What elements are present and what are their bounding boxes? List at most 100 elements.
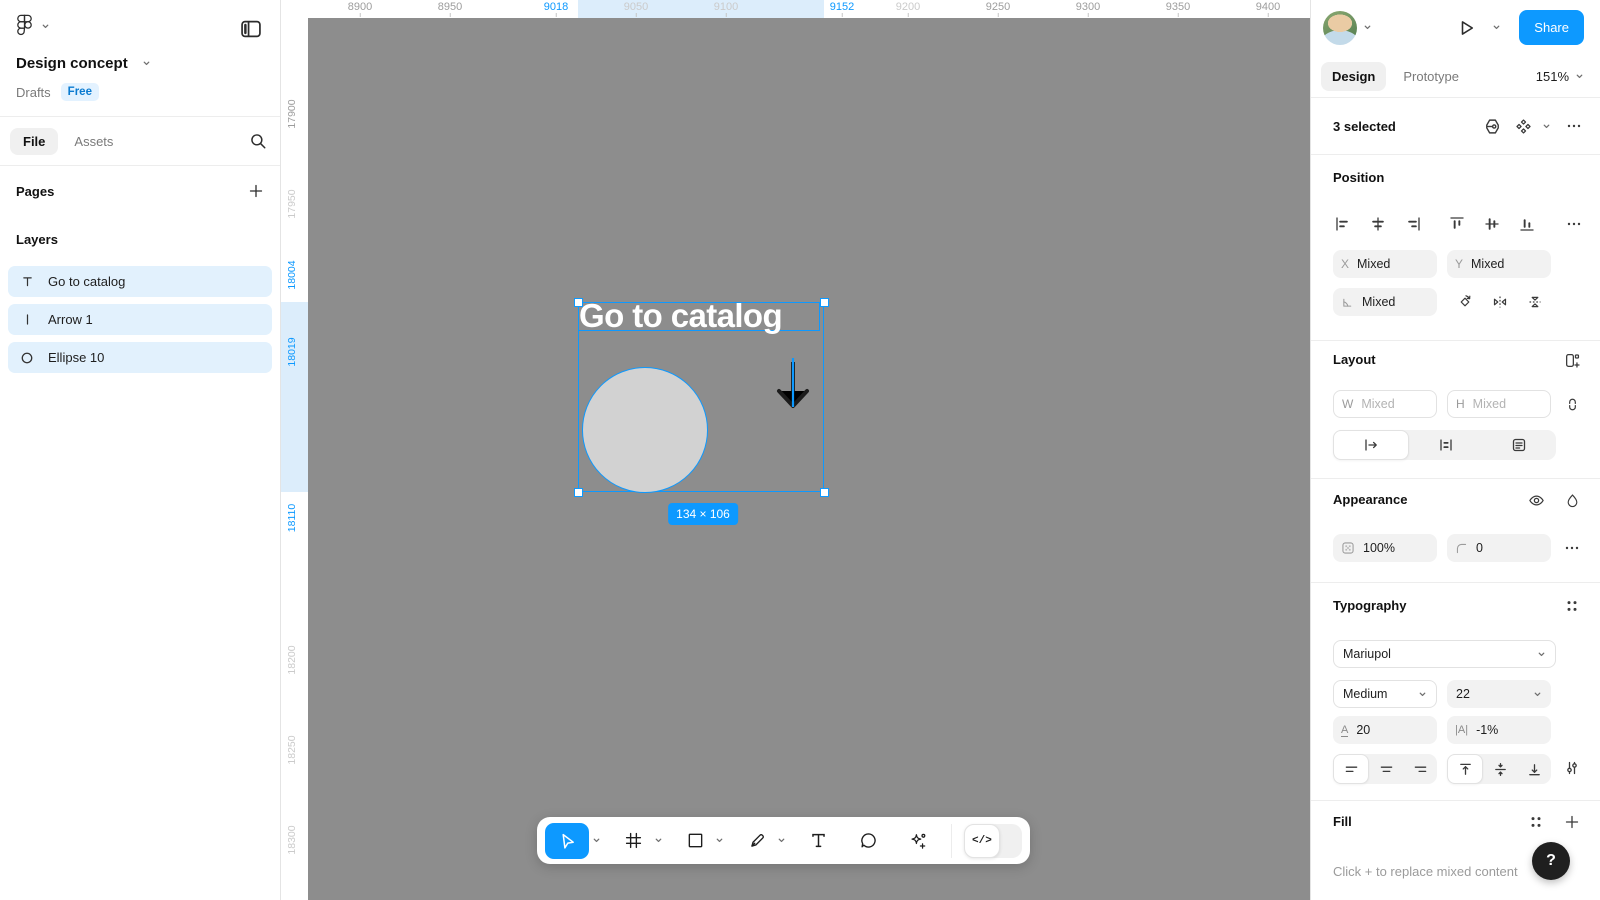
main-menu-chevron-icon[interactable] (41, 22, 50, 31)
canvas-text-object[interactable]: Go to catalog (578, 302, 820, 331)
selection-handle-top-right[interactable] (820, 298, 829, 307)
y-position-field[interactable]: Y Mixed (1447, 250, 1551, 278)
zoom-level-control[interactable]: 151% (1536, 69, 1584, 84)
more-options-icon[interactable] (1562, 114, 1586, 138)
visibility-eye-icon[interactable] (1524, 488, 1548, 512)
file-title[interactable]: Design concept (16, 55, 128, 72)
align-left-icon[interactable] (1331, 212, 1355, 236)
search-icon[interactable] (246, 129, 270, 153)
ruler-label: 18250 (286, 735, 298, 764)
layout-mode-wrap-button[interactable] (1482, 430, 1556, 460)
ruler-label: 9350 (1166, 0, 1190, 18)
move-tool-chevron-icon[interactable] (592, 836, 601, 845)
text-align-left-button[interactable] (1333, 754, 1369, 784)
width-field[interactable]: W Mixed (1333, 390, 1437, 418)
tab-assets[interactable]: Assets (70, 128, 117, 155)
breadcrumb[interactable]: Drafts (16, 85, 51, 100)
flip-horizontal-icon[interactable] (1488, 290, 1512, 314)
type-styles-icon[interactable] (1560, 594, 1584, 618)
frame-tool-chevron-icon[interactable] (654, 836, 663, 845)
edit-object-icon[interactable] (1480, 114, 1504, 138)
avatar[interactable] (1323, 11, 1357, 45)
letter-spacing-field[interactable]: |A| -1% (1447, 716, 1551, 744)
sidebar-toggle-icon[interactable] (240, 18, 262, 40)
figma-logo-icon[interactable] (16, 14, 33, 38)
dev-mode-toggle[interactable]: </> (964, 824, 1022, 858)
line-height-field[interactable]: A 20 (1333, 716, 1437, 744)
shape-tool-chevron-icon[interactable] (715, 836, 724, 845)
selection-handle-bottom-left[interactable] (574, 488, 583, 497)
pen-tool-chevron-icon[interactable] (777, 836, 786, 845)
canvas-arrow-object[interactable] (773, 356, 813, 418)
font-size-select[interactable]: 22 (1447, 680, 1551, 708)
font-weight-select[interactable]: Medium (1333, 680, 1437, 708)
align-bottom-icon[interactable] (1515, 212, 1539, 236)
tab-design[interactable]: Design (1321, 62, 1386, 91)
plan-badge[interactable]: Free (61, 83, 99, 101)
align-horizontal-center-icon[interactable] (1366, 212, 1390, 236)
rotation-field[interactable]: Mixed (1333, 288, 1437, 316)
selection-handle-bottom-right[interactable] (820, 488, 829, 497)
share-button[interactable]: Share (1519, 10, 1584, 45)
layer-name: Ellipse 10 (48, 350, 104, 365)
align-top-icon[interactable] (1445, 212, 1469, 236)
present-chevron-icon[interactable] (1492, 23, 1501, 32)
align-vertical-center-icon[interactable] (1480, 212, 1504, 236)
shape-tool-button[interactable] (678, 823, 712, 859)
help-button[interactable]: ? (1532, 842, 1570, 880)
width-value: Mixed (1361, 397, 1394, 411)
align-right-icon[interactable] (1401, 212, 1425, 236)
corner-radius-field[interactable]: 0 (1447, 534, 1551, 562)
layout-mode-flow-button[interactable] (1333, 430, 1409, 460)
create-component-icon[interactable] (1511, 114, 1535, 138)
tab-file[interactable]: File (10, 128, 58, 155)
layer-row-text[interactable]: Go to catalog (8, 266, 272, 297)
line-layer-icon (18, 311, 36, 329)
pages-header: Pages (16, 184, 54, 199)
canvas-ellipse-object[interactable] (582, 367, 708, 493)
height-field[interactable]: H Mixed (1447, 390, 1551, 418)
layer-row-ellipse[interactable]: Ellipse 10 (8, 342, 272, 373)
add-auto-layout-icon[interactable] (1560, 348, 1584, 372)
font-family-select[interactable]: Mariupol (1333, 640, 1556, 668)
text-align-center-button[interactable] (1369, 754, 1403, 784)
opacity-field[interactable]: 100% (1333, 534, 1437, 562)
more-alignment-icon[interactable] (1562, 212, 1586, 236)
ruler-label: 18200 (286, 645, 298, 674)
component-chevron-icon[interactable] (1542, 122, 1551, 131)
layout-mode-control (1333, 430, 1556, 460)
fill-styles-icon[interactable] (1524, 810, 1548, 834)
x-position-field[interactable]: X Mixed (1333, 250, 1437, 278)
align-text-top-button[interactable] (1447, 754, 1483, 784)
rotate-icon[interactable] (1453, 290, 1477, 314)
divider (1311, 582, 1600, 583)
account-chevron-icon[interactable] (1363, 23, 1372, 32)
layer-row-line[interactable]: Arrow 1 (8, 304, 272, 335)
add-fill-icon[interactable] (1560, 810, 1584, 834)
move-tool-button[interactable] (545, 823, 589, 859)
blend-mode-icon[interactable] (1560, 488, 1584, 512)
layout-mode-auto-button[interactable] (1409, 430, 1483, 460)
type-settings-icon[interactable] (1560, 756, 1584, 780)
letter-spacing-icon: |A| (1455, 724, 1468, 736)
actions-tool-button[interactable] (901, 823, 935, 859)
add-page-icon[interactable] (244, 179, 268, 203)
file-title-chevron-icon[interactable] (142, 59, 151, 68)
selection-handle-top-left[interactable] (574, 298, 583, 307)
align-text-middle-button[interactable] (1483, 754, 1517, 784)
more-appearance-icon[interactable] (1560, 536, 1584, 560)
opacity-value: 100% (1363, 541, 1395, 555)
flip-vertical-icon[interactable] (1523, 290, 1547, 314)
text-tool-button[interactable] (802, 823, 836, 859)
divider (1311, 800, 1600, 801)
text-align-right-button[interactable] (1403, 754, 1437, 784)
appearance-section-title: Appearance (1333, 492, 1407, 507)
frame-tool-button[interactable] (617, 823, 651, 859)
present-icon[interactable] (1458, 19, 1476, 37)
pen-tool-button[interactable] (740, 823, 774, 859)
comment-tool-button[interactable] (852, 823, 886, 859)
tab-prototype[interactable]: Prototype (1399, 62, 1463, 91)
align-text-bottom-button[interactable] (1517, 754, 1551, 784)
ruler-label: 9100 (714, 0, 738, 18)
constrain-proportions-icon[interactable] (1560, 392, 1584, 416)
